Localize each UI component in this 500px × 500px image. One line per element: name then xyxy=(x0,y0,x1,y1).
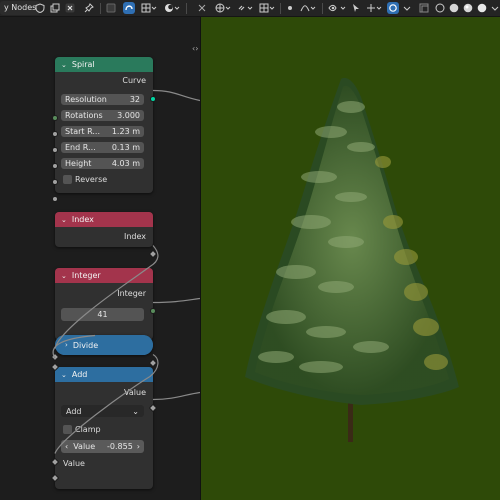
copy-icon[interactable] xyxy=(49,2,61,14)
grid-icon[interactable] xyxy=(140,2,158,14)
overlay-dropdown-icon[interactable] xyxy=(402,2,412,14)
snap-icon[interactable] xyxy=(122,2,136,14)
visibility-icon[interactable] xyxy=(327,2,349,14)
spruce-tree-render xyxy=(245,77,459,442)
shading-wire-icon[interactable] xyxy=(434,2,445,14)
node-links xyxy=(52,89,200,454)
proportional-icon[interactable] xyxy=(284,2,296,14)
falloff-icon[interactable] xyxy=(299,2,317,14)
shading-icon[interactable] xyxy=(258,2,276,14)
globe-icon[interactable] xyxy=(214,2,232,14)
mode-icon[interactable] xyxy=(105,2,117,14)
overlay-icon[interactable] xyxy=(163,2,181,14)
close-icon[interactable] xyxy=(64,2,76,14)
xray-icon[interactable] xyxy=(418,2,430,14)
overlay-toggle-icon[interactable] xyxy=(386,2,400,14)
link-icon[interactable] xyxy=(236,2,254,14)
pin-icon[interactable] xyxy=(83,2,95,14)
gizmo-icon[interactable] xyxy=(365,2,383,14)
shading-solid-icon[interactable] xyxy=(448,2,459,14)
shading-material-icon[interactable] xyxy=(462,2,473,14)
shield-icon[interactable] xyxy=(34,2,46,14)
node-editor[interactable]: ‹› ⌄ Spiral Curve Resolution 32 Rotation… xyxy=(0,17,200,500)
3d-viewport[interactable]: ‹› xyxy=(201,17,500,500)
pointer-icon[interactable] xyxy=(350,2,362,14)
render-icon[interactable] xyxy=(476,2,487,14)
top-toolbar: y Nodes xyxy=(0,0,500,17)
view-icon[interactable] xyxy=(196,2,208,14)
shading-dropdown-icon[interactable] xyxy=(490,2,500,14)
